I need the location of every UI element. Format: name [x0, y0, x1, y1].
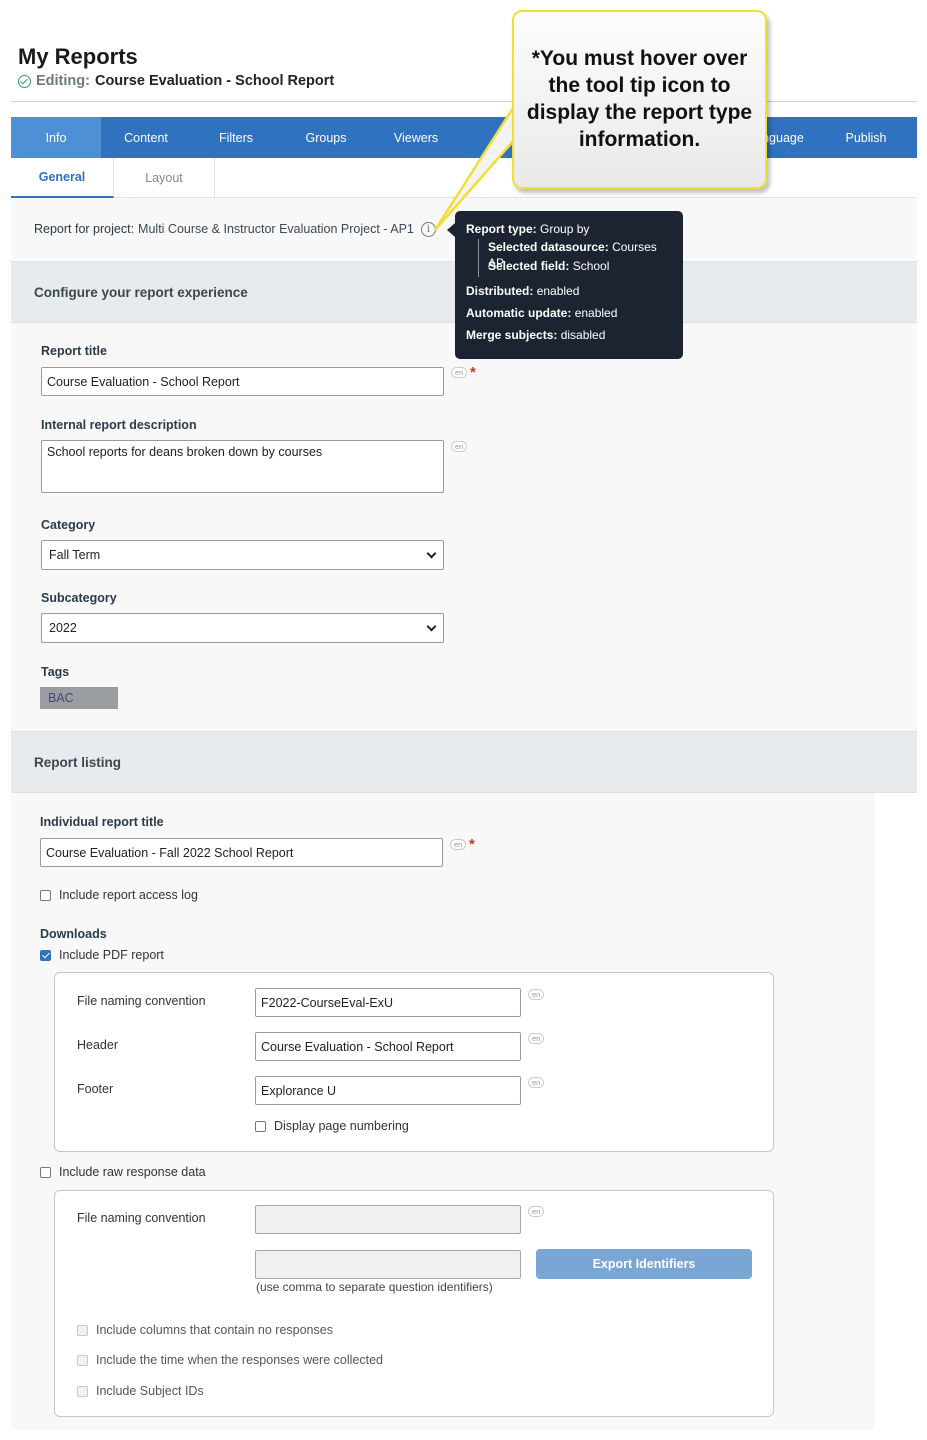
subcategory-label: Subcategory — [41, 591, 117, 605]
description-textarea[interactable]: School reports for deans broken down by … — [41, 440, 444, 493]
category-select[interactable]: Fall Term — [41, 540, 444, 570]
chevron-down-icon — [426, 621, 437, 631]
tooltip-auto-update: Automatic update: enabled — [466, 306, 618, 320]
identifiers-hint: (use comma to separate question identifi… — [256, 1280, 493, 1294]
raw-response-checkbox[interactable] — [40, 1167, 51, 1178]
pdf-report-checkbox[interactable] — [40, 950, 51, 961]
check-circle-icon — [18, 74, 31, 88]
annotation-callout: *You must hover over the tool tip icon t… — [512, 10, 767, 189]
language-badge[interactable]: en — [451, 441, 468, 452]
no-responses-label: Include columns that contain no response… — [96, 1323, 333, 1337]
tab-groups[interactable]: Groups — [281, 117, 371, 158]
pdf-footer-label: Footer — [77, 1082, 114, 1096]
tab-filters[interactable]: Filters — [191, 117, 281, 158]
pdf-report-label: Include PDF report — [59, 948, 164, 962]
pdf-header-input[interactable]: Course Evaluation - School Report — [255, 1032, 521, 1061]
subtab-layout[interactable]: Layout — [114, 158, 215, 198]
tooltip-datasource: Selected datasource: Courses AP — [488, 240, 657, 270]
language-badge[interactable]: en — [528, 1206, 545, 1217]
report-title-label: Report title — [41, 344, 107, 358]
category-value: Fall Term — [49, 548, 101, 562]
tab-publish[interactable]: Publish — [821, 117, 911, 158]
language-badge[interactable]: en — [450, 839, 467, 850]
page-numbering-label: Display page numbering — [274, 1119, 409, 1133]
project-label: Report for project: — [34, 222, 135, 236]
language-badge[interactable]: en — [528, 1033, 545, 1044]
report-title-input[interactable]: Course Evaluation - School Report — [41, 367, 444, 396]
language-badge[interactable]: en — [528, 1077, 545, 1088]
response-time-checkbox[interactable] — [77, 1355, 88, 1366]
pdf-file-naming-label: File naming convention — [77, 994, 206, 1008]
no-responses-checkbox[interactable] — [77, 1325, 88, 1336]
tab-content[interactable]: Content — [101, 117, 191, 158]
editing-label: Editing: — [36, 73, 90, 89]
access-log-checkbox[interactable] — [40, 890, 51, 901]
editing-report-name: Course Evaluation - School Report — [94, 73, 335, 89]
raw-file-naming-label: File naming convention — [77, 1211, 206, 1225]
export-identifiers-button[interactable]: Export Identifiers — [536, 1249, 752, 1279]
subject-ids-label: Include Subject IDs — [96, 1384, 204, 1398]
access-log-label: Include report access log — [59, 888, 198, 902]
pdf-file-naming-input[interactable]: F2022-CourseEval-ExU — [255, 988, 521, 1017]
raw-response-label: Include raw response data — [59, 1165, 206, 1179]
description-label: Internal report description — [41, 418, 197, 432]
downloads-label: Downloads — [40, 927, 107, 941]
tooltip-distributed: Distributed: enabled — [466, 284, 580, 298]
response-time-label: Include the time when the responses were… — [96, 1353, 383, 1367]
pdf-footer-input[interactable]: Explorance U — [255, 1076, 521, 1105]
required-mark: * — [470, 364, 476, 381]
tags-label: Tags — [41, 665, 70, 679]
editing-status: Editing: Course Evaluation - School Repo… — [18, 73, 334, 89]
tooltip-field: Selected field: School — [488, 259, 610, 273]
page-title: My Reports — [18, 44, 138, 69]
category-label: Category — [41, 518, 96, 532]
pdf-header-label: Header — [77, 1038, 118, 1052]
tooltip-datasource-group: Selected datasource: Courses AP Selected… — [478, 239, 672, 277]
required-mark: * — [469, 836, 475, 853]
tab-info[interactable]: Info — [11, 117, 101, 158]
language-badge[interactable]: en — [451, 367, 468, 378]
tooltip-merge-subjects: Merge subjects: disabled — [466, 328, 606, 342]
chevron-down-icon — [426, 548, 437, 558]
raw-file-naming-input[interactable] — [255, 1205, 521, 1234]
individual-title-input[interactable]: Course Evaluation - Fall 2022 School Rep… — [40, 838, 443, 867]
project-name: Multi Course & Instructor Evaluation Pro… — [138, 222, 414, 236]
tag-chip[interactable]: BAC — [40, 687, 118, 709]
individual-title-label: Individual report title — [40, 815, 164, 829]
subject-ids-checkbox[interactable] — [77, 1386, 88, 1397]
page-numbering-checkbox[interactable] — [255, 1121, 266, 1132]
subtab-general[interactable]: General — [11, 158, 114, 198]
subcategory-value: 2022 — [49, 621, 77, 635]
subcategory-select[interactable]: 2022 — [41, 613, 444, 643]
listing-section-heading: Report listing — [11, 731, 917, 793]
language-badge[interactable]: en — [528, 989, 545, 1000]
question-identifiers-input[interactable] — [255, 1250, 521, 1279]
